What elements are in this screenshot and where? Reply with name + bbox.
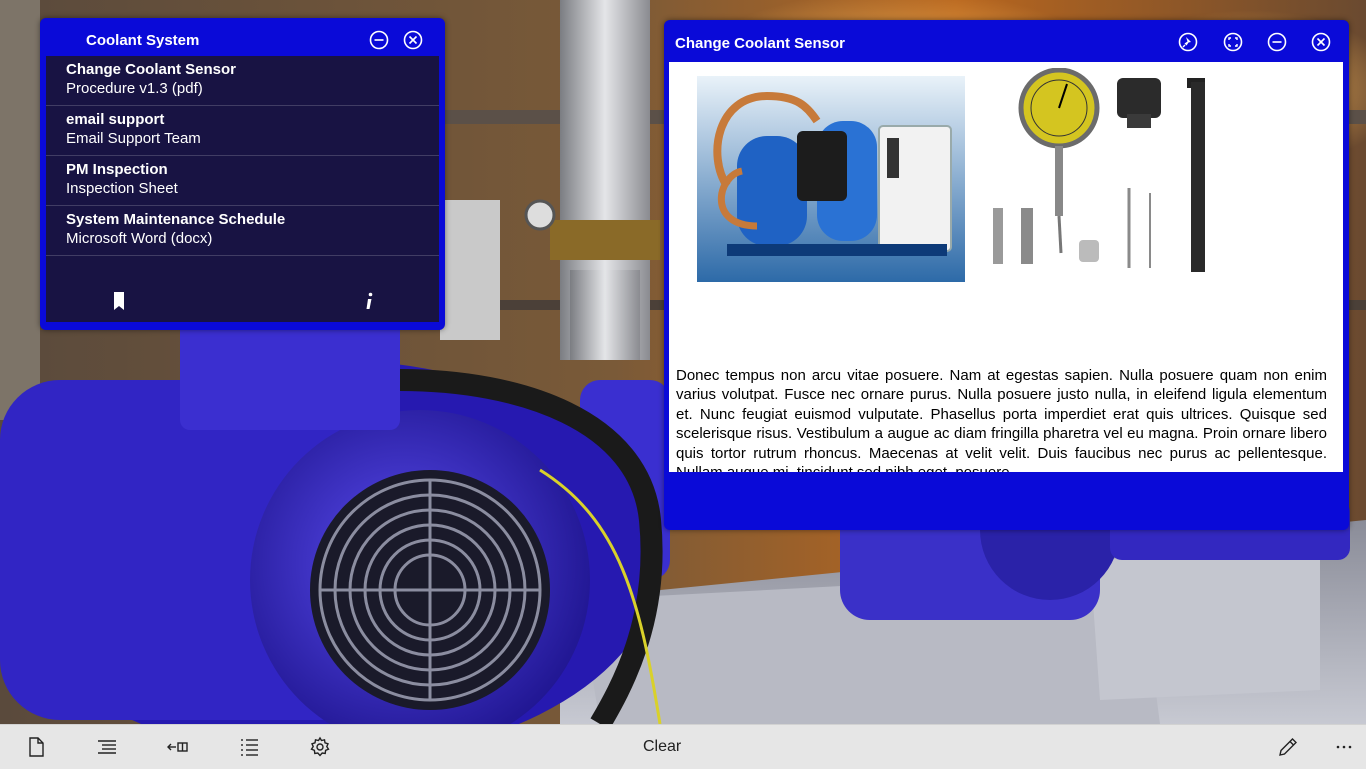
list-item-title: email support [66,111,165,128]
list-item-subtitle: Inspection Sheet [66,180,178,197]
clear-button[interactable]: Clear [643,738,681,756]
info-icon[interactable] [358,290,380,312]
fullscreen-icon[interactable] [1222,31,1244,53]
document-list: Change Coolant Sensor Procedure v1.3 (pd… [46,56,439,322]
document-content: Donec tempus non arcu vitae posuere. Nam… [669,62,1343,472]
list-item-pm-inspection[interactable]: PM Inspection Inspection Sheet [46,156,439,206]
panel-footer [46,282,439,322]
outline-icon[interactable] [95,735,119,759]
list-icon[interactable] [237,735,261,759]
list-item-change-coolant-sensor[interactable]: Change Coolant Sensor Procedure v1.3 (pd… [46,56,439,106]
bookmark-icon[interactable] [108,290,130,312]
pin-icon[interactable] [1177,31,1199,53]
close-icon[interactable] [402,29,424,51]
list-item-subtitle: Email Support Team [66,130,201,147]
list-item-email-support[interactable]: email support Email Support Team [46,106,439,156]
coolant-system-panel: Coolant System Change Coolant Sensor Pro… [40,18,445,330]
dial-indicator-tools-image [987,67,1227,288]
back-to-list-icon[interactable] [166,735,190,759]
bottom-app-bar: Clear [0,724,1366,769]
list-item-title: PM Inspection [66,161,168,178]
minimize-icon[interactable] [1266,31,1288,53]
list-item-title: System Maintenance Schedule [66,211,286,228]
compressor-unit-image [697,76,965,282]
edit-pen-icon[interactable] [1276,735,1300,759]
list-item-title: Change Coolant Sensor [66,61,237,78]
minimize-icon[interactable] [368,29,390,51]
settings-icon[interactable] [308,735,332,759]
close-icon[interactable] [1310,31,1332,53]
list-item-system-maintenance-schedule[interactable]: System Maintenance Schedule Microsoft Wo… [46,206,439,256]
document-viewer-panel: Change Coolant Sensor Donec tempus non a… [664,20,1349,530]
list-item-subtitle: Procedure v1.3 (pdf) [66,80,203,97]
more-icon[interactable] [1332,735,1356,759]
list-item-subtitle: Microsoft Word (docx) [66,230,213,247]
panel-title: Change Coolant Sensor [675,35,846,52]
panel-title: Coolant System [86,32,200,49]
new-document-icon[interactable] [24,735,48,759]
document-body-text: Donec tempus non arcu vitae posuere. Nam… [676,367,1327,472]
